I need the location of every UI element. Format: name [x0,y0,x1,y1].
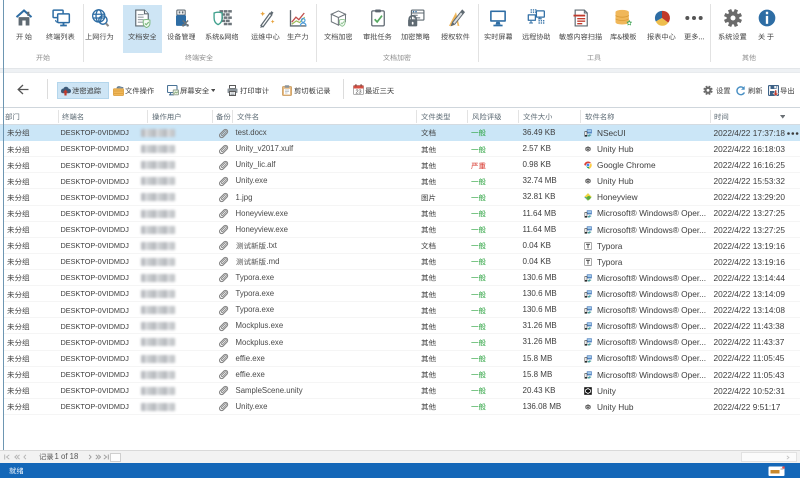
svg-text:23: 23 [355,89,361,95]
